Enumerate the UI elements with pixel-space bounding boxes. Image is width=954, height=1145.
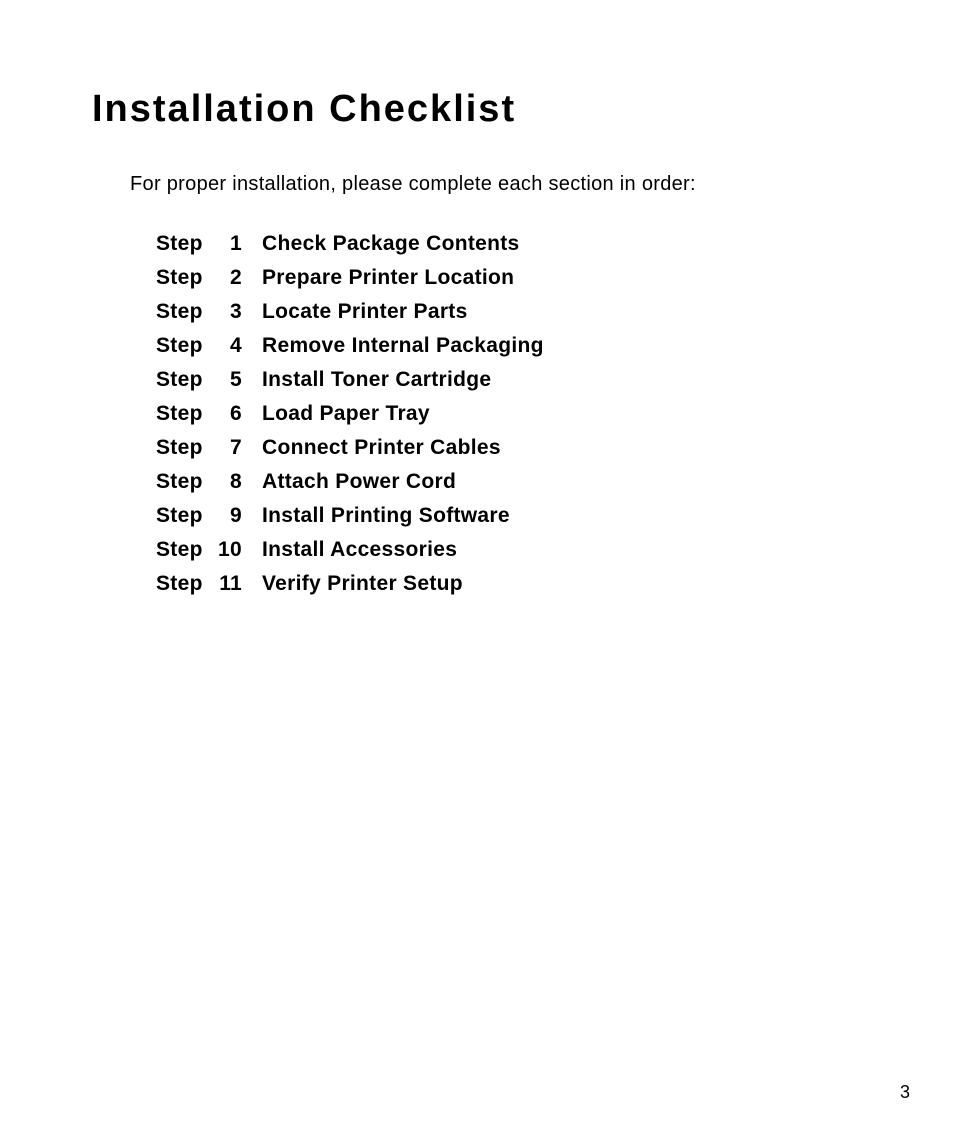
step-title: Prepare Printer Location — [262, 266, 514, 290]
step-label: Step — [156, 538, 214, 562]
step-title: Install Toner Cartridge — [262, 368, 491, 392]
step-row: Step 9 Install Printing Software — [156, 504, 862, 528]
step-number: 9 — [214, 504, 262, 528]
step-row: Step 11 Verify Printer Setup — [156, 572, 862, 596]
step-row: Step 8 Attach Power Cord — [156, 470, 862, 494]
step-number: 1 — [214, 232, 262, 256]
intro-text: For proper installation, please complete… — [130, 173, 862, 196]
step-title: Locate Printer Parts — [262, 300, 468, 324]
step-number: 6 — [214, 402, 262, 426]
step-row: Step 5 Install Toner Cartridge — [156, 368, 862, 392]
steps-list: Step 1 Check Package Contents Step 2 Pre… — [156, 232, 862, 596]
step-title: Remove Internal Packaging — [262, 334, 544, 358]
step-title: Install Accessories — [262, 538, 457, 562]
step-row: Step 7 Connect Printer Cables — [156, 436, 862, 460]
step-label: Step — [156, 572, 214, 596]
step-number: 5 — [214, 368, 262, 392]
step-row: Step 6 Load Paper Tray — [156, 402, 862, 426]
step-title: Attach Power Cord — [262, 470, 456, 494]
step-row: Step 4 Remove Internal Packaging — [156, 334, 862, 358]
step-label: Step — [156, 436, 214, 460]
step-title: Load Paper Tray — [262, 402, 430, 426]
step-number: 11 — [214, 572, 262, 596]
step-number: 7 — [214, 436, 262, 460]
step-title: Check Package Contents — [262, 232, 520, 256]
step-label: Step — [156, 266, 214, 290]
step-title: Connect Printer Cables — [262, 436, 501, 460]
step-label: Step — [156, 402, 214, 426]
page-title: Installation Checklist — [92, 88, 862, 131]
step-row: Step 1 Check Package Contents — [156, 232, 862, 256]
step-label: Step — [156, 232, 214, 256]
step-label: Step — [156, 300, 214, 324]
step-number: 3 — [214, 300, 262, 324]
step-row: Step 10 Install Accessories — [156, 538, 862, 562]
step-label: Step — [156, 470, 214, 494]
page-number: 3 — [900, 1082, 910, 1103]
step-label: Step — [156, 334, 214, 358]
document-page: Installation Checklist For proper instal… — [0, 0, 954, 596]
step-number: 4 — [214, 334, 262, 358]
step-row: Step 2 Prepare Printer Location — [156, 266, 862, 290]
step-number: 2 — [214, 266, 262, 290]
step-number: 10 — [214, 538, 262, 562]
step-number: 8 — [214, 470, 262, 494]
step-row: Step 3 Locate Printer Parts — [156, 300, 862, 324]
step-title: Verify Printer Setup — [262, 572, 463, 596]
step-label: Step — [156, 368, 214, 392]
step-label: Step — [156, 504, 214, 528]
step-title: Install Printing Software — [262, 504, 510, 528]
